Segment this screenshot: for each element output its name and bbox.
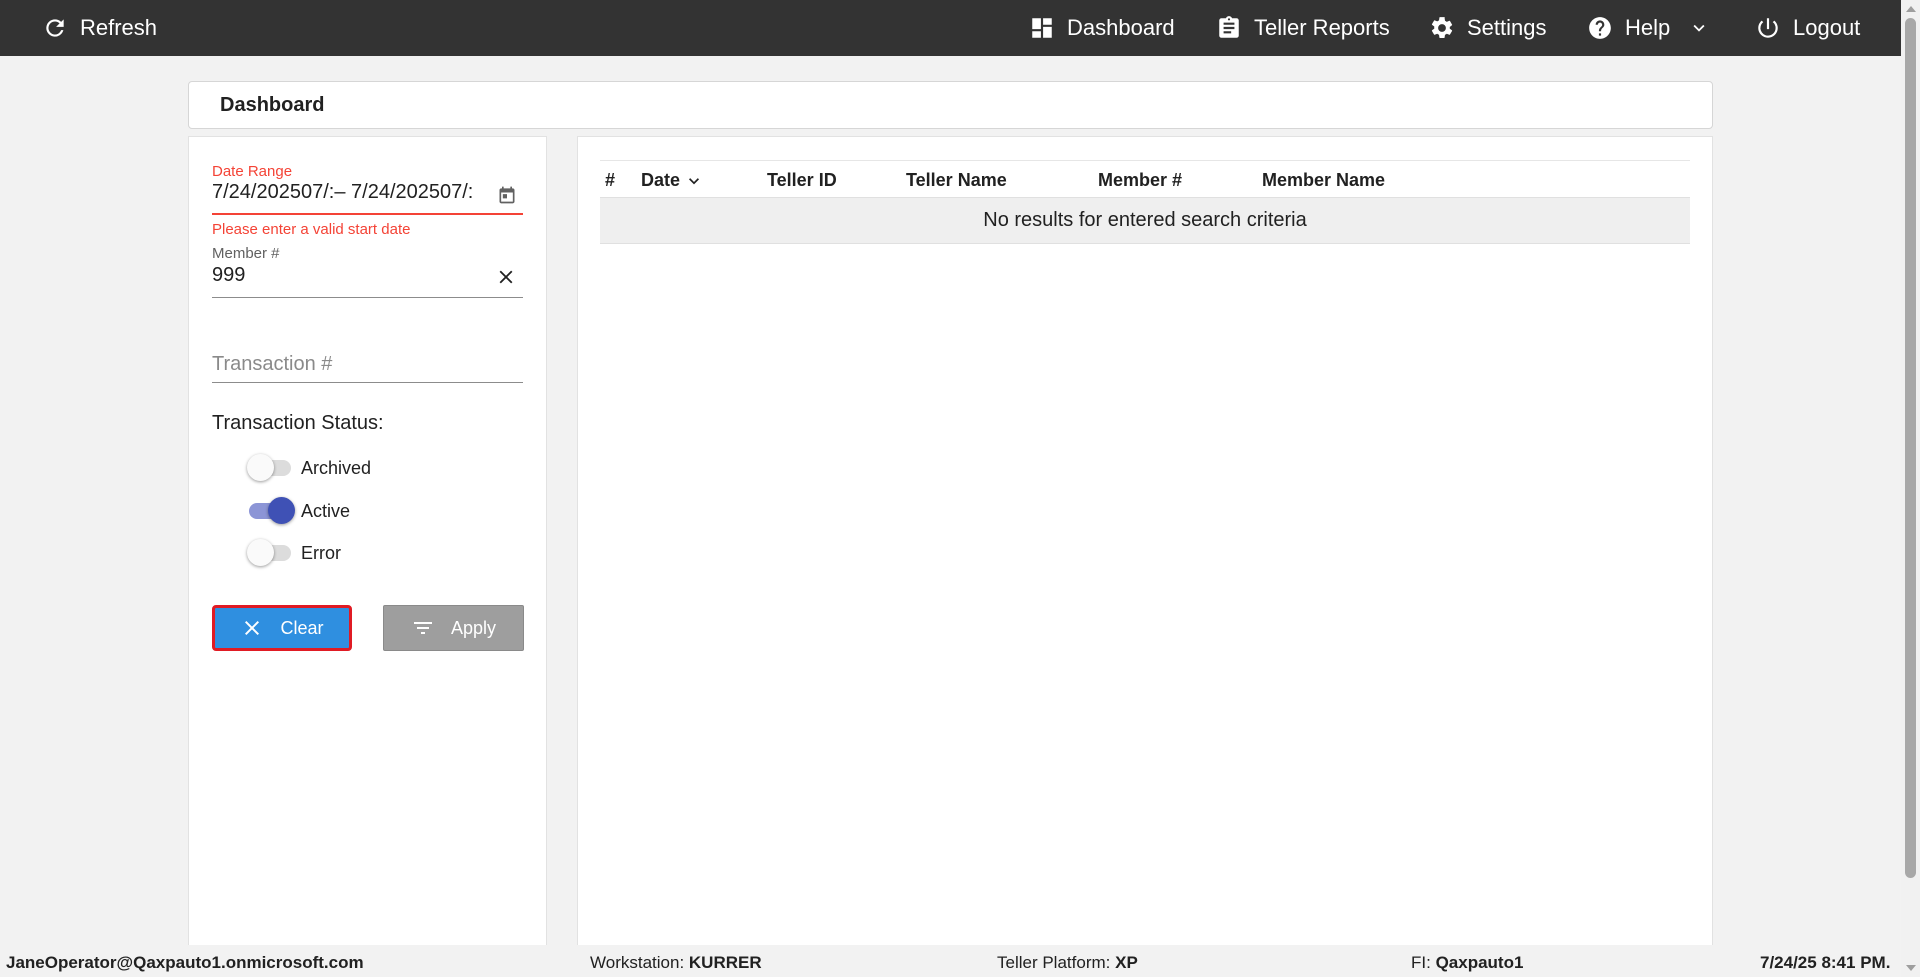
close-icon [245,621,260,635]
footer-fi: FI: Qaxpauto1 [1411,953,1523,973]
scroll-down-arrow-icon[interactable] [1906,965,1916,971]
column-header-number[interactable]: # [605,170,615,191]
nav-dashboard-label: Dashboard [1067,15,1175,40]
nav-logout-label: Logout [1793,15,1861,40]
column-header-member-number[interactable]: Member # [1098,170,1182,191]
active-label: Active [301,500,351,521]
column-header-member-number-text: Member # [1098,170,1183,190]
results-table: # Date Teller ID Teller Name Member # Me… [600,160,1690,244]
column-header-teller-id[interactable]: Teller ID [767,170,837,191]
footer-platform-label: Teller Platform: [997,953,1111,972]
nav-teller-reports-label: Teller Reports [1254,15,1390,40]
error-switch[interactable] [247,539,291,566]
date-range-input[interactable]: 7/24/202507/:– 7/24/202507/: [212,181,523,215]
clipboard-icon [1219,16,1239,38]
date-error-message: Please enter a valid start date [212,221,411,238]
member-label: Member # [212,245,523,263]
member-label-text: Member # [212,245,280,262]
nav-dashboard[interactable]: Dashboard [1029,0,1175,56]
nav-settings-label: Settings [1467,15,1547,40]
apply-button-label: Apply [450,617,497,638]
column-header-member-name-text: Member Name [1262,170,1386,190]
refresh-label: Refresh [80,15,158,40]
archived-label: Archived [301,457,372,478]
nav-help[interactable]: Help [1587,0,1710,56]
member-number-field[interactable]: 999 [212,264,523,298]
refresh-button[interactable]: Refresh [42,0,157,56]
table-header: # Date Teller ID Teller Name Member # Me… [600,160,1690,198]
column-header-date[interactable]: Date [641,170,704,191]
scroll-up-arrow-icon[interactable] [1906,6,1916,12]
status-footer: JaneOperator@Qaxpauto1.onmicrosoft.com W… [0,945,1901,977]
footer-fi-label: FI: [1411,953,1431,972]
transaction-number-input[interactable] [212,353,523,376]
clear-button[interactable]: Clear [212,605,352,651]
date-range-value[interactable]: 7/24/202507/:– 7/24/202507/: [212,181,492,204]
footer-workstation: Workstation: KURRER [590,953,762,973]
footer-datetime-text: 7/24/25 8:41 PM. [1760,953,1891,972]
footer-platform: Teller Platform: XP [997,953,1138,973]
archived-switch[interactable] [247,454,291,481]
footer-workstation-label: Workstation: [590,953,685,972]
footer-user: JaneOperator@Qaxpauto1.onmicrosoft.com [6,953,364,973]
help-icon [1589,17,1611,39]
member-number-value[interactable]: 999 [212,264,245,286]
top-navigation-bar: Refresh Dashboard Teller Reports Setting… [0,0,1901,56]
footer-datetime: 7/24/25 8:41 PM. [1760,953,1890,973]
empty-results-message: No results for entered search criteria [983,209,1307,231]
toggle-archived[interactable]: Archived [247,454,372,482]
error-label: Error [301,542,341,563]
filter-icon [413,622,432,634]
footer-workstation-value: KURRER [688,953,762,972]
results-panel: # Date Teller ID Teller Name Member # Me… [577,136,1713,946]
filter-panel: Date Range 7/24/202507/:– 7/24/202507/: … [188,136,547,946]
page-title-card: Dashboard [188,81,1713,129]
empty-results-row: No results for entered search criteria [600,198,1690,244]
clear-button-label: Clear [280,617,324,638]
power-icon [1758,18,1778,38]
footer-platform-value: XP [1115,953,1138,972]
nav-help-label: Help [1625,15,1671,40]
scroll-thumb[interactable] [1905,18,1916,878]
footer-user-text: JaneOperator@Qaxpauto1.onmicrosoft.com [6,953,364,972]
dashboard-icon [1032,18,1052,38]
switch-knob [247,539,274,566]
column-header-number-text: # [605,170,616,190]
column-header-teller-name-text: Teller Name [906,170,1007,190]
toggle-error[interactable]: Error [247,539,341,567]
transaction-number-field[interactable] [212,347,523,383]
date-range-label-text: Date Range [212,163,293,180]
active-switch[interactable] [249,497,295,524]
chevron-down-icon [1693,24,1705,32]
transaction-status-label: Transaction Status: [212,412,384,434]
page-scrollbar[interactable] [1901,0,1920,977]
column-header-member-name[interactable]: Member Name [1262,170,1385,191]
nav-settings[interactable]: Settings [1429,0,1547,56]
switch-knob [268,497,295,524]
sort-descending-icon [689,177,700,184]
gear-icon [1431,17,1453,38]
nav-teller-reports[interactable]: Teller Reports [1216,0,1390,56]
nav-logout[interactable]: Logout [1755,0,1860,56]
switch-knob [247,454,274,481]
footer-fi-value: Qaxpauto1 [1435,953,1524,972]
page-title: Dashboard [220,93,325,116]
toggle-active[interactable]: Active [249,497,350,525]
column-header-teller-name[interactable]: Teller Name [906,170,1007,191]
clear-member-icon[interactable] [495,266,517,288]
apply-button[interactable]: Apply [383,605,524,651]
refresh-icon [46,19,64,37]
calendar-icon[interactable] [497,185,517,205]
column-header-date-text: Date [641,170,681,190]
date-range-label: Date Range [212,163,523,181]
column-header-teller-id-text: Teller ID [767,170,837,190]
